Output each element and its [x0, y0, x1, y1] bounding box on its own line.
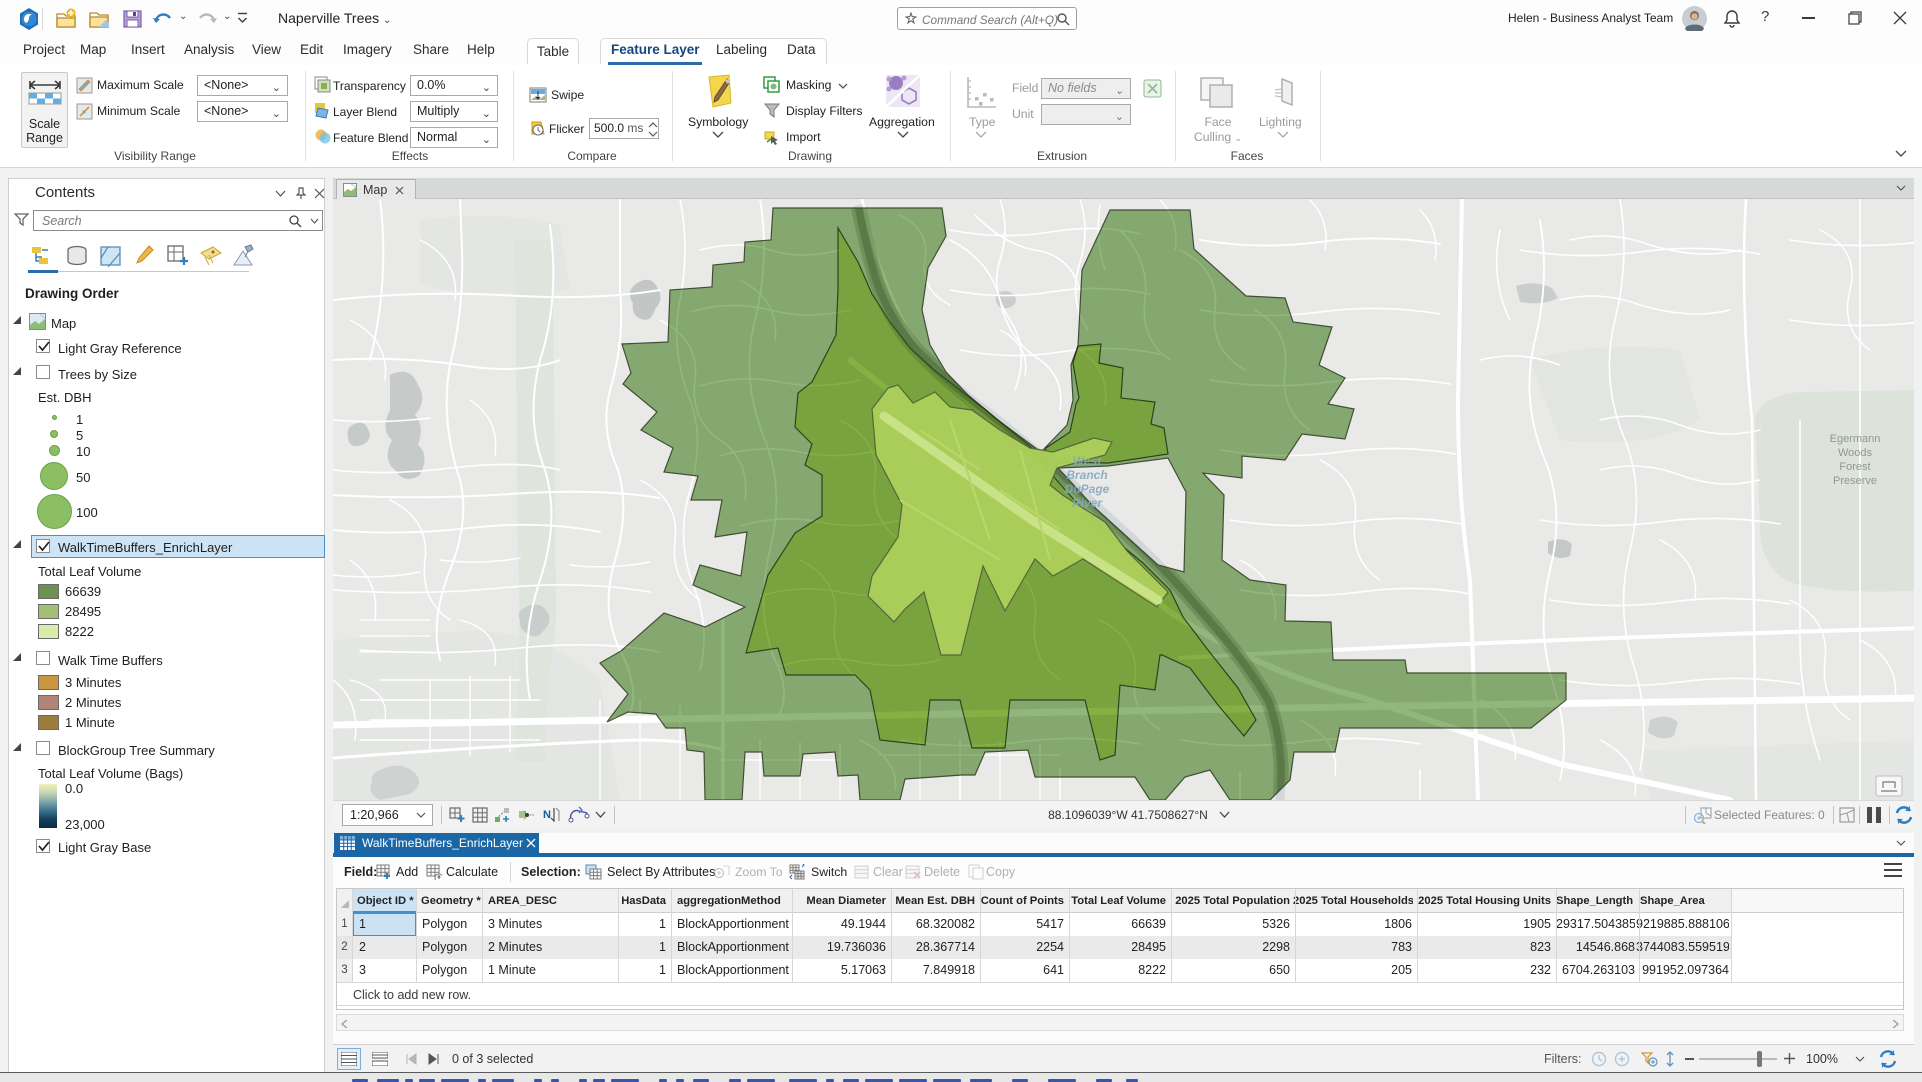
svg-text:Preserve: Preserve: [1833, 475, 1877, 487]
svg-text:Egermann: Egermann: [1830, 433, 1881, 445]
svg-text:River: River: [1072, 496, 1103, 510]
svg-text:Branch: Branch: [1066, 468, 1107, 482]
svg-text:Woods: Woods: [1838, 447, 1873, 459]
svg-text:N: N: [543, 809, 551, 821]
svg-text:DuPage: DuPage: [1065, 482, 1110, 496]
svg-text:Forest: Forest: [1839, 461, 1870, 473]
svg-text:West: West: [1073, 454, 1102, 468]
